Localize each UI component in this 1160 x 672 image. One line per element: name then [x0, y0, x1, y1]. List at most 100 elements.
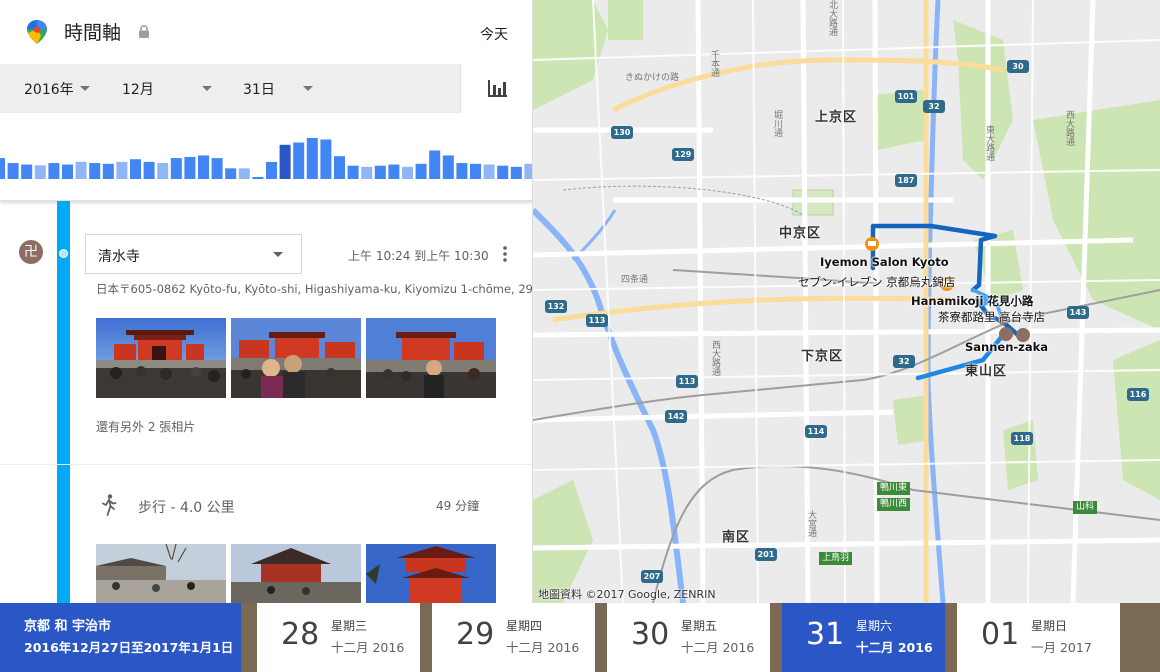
- month-select[interactable]: 12月: [122, 64, 212, 113]
- trip-title: 京都 和 宇治市: [24, 619, 112, 634]
- histogram-bar[interactable]: [470, 163, 481, 179]
- histogram-bar[interactable]: [483, 164, 495, 179]
- histogram-bar[interactable]: [279, 144, 291, 179]
- trip-day-bar: 京都 和 宇治市 2016年12月27日至2017年1月1日 28 星期三 十二…: [0, 603, 1160, 672]
- histogram-bar[interactable]: [48, 163, 60, 179]
- expressway-sign: 鴨川西: [877, 498, 911, 511]
- map-road-label: 堀川通: [772, 110, 782, 137]
- trip-date-range: 2016年12月27日至2017年1月1日: [24, 640, 234, 655]
- timeline-app: 時間軸 今天 2016年 12月 31日 卍 清水寺 上午 10:24 到上午 …: [0, 0, 1160, 672]
- date-picker: 2016年 12月 31日: [0, 64, 532, 113]
- histogram-bar[interactable]: [102, 163, 114, 179]
- header: 時間軸 今天: [0, 0, 532, 64]
- chevron-down-icon: [273, 252, 283, 257]
- route-shield: 113: [586, 314, 608, 327]
- histogram-bar[interactable]: [361, 166, 373, 179]
- map-ward-label: 上京区: [815, 110, 858, 125]
- place-name: 清水寺: [98, 249, 140, 265]
- histogram-bar[interactable]: [402, 166, 413, 179]
- day-select[interactable]: 31日: [243, 64, 313, 113]
- histogram-bar[interactable]: [34, 165, 46, 179]
- route-shield: 187: [895, 174, 917, 187]
- day-card[interactable]: 30 星期五 十二月 2016: [607, 603, 770, 672]
- histogram-bar[interactable]: [143, 161, 155, 179]
- histogram-bar[interactable]: [374, 165, 386, 179]
- histogram-bar[interactable]: [456, 163, 468, 179]
- histogram-bar[interactable]: [429, 150, 441, 180]
- map-poi-label[interactable]: 茶寮都路里 高台寺店: [938, 309, 1045, 325]
- today-button[interactable]: 今天: [480, 24, 508, 44]
- histogram-bar[interactable]: [157, 163, 169, 179]
- map-canvas: [533, 0, 1160, 603]
- histogram-bar[interactable]: [334, 156, 345, 179]
- histogram-bar[interactable]: [89, 163, 101, 179]
- route-shield: 207: [641, 570, 663, 583]
- histogram-bar[interactable]: [198, 155, 209, 179]
- histogram-bar[interactable]: [225, 168, 237, 179]
- movement-photo[interactable]: [366, 544, 496, 603]
- histogram-bar[interactable]: [170, 158, 182, 179]
- histogram-bar[interactable]: [524, 163, 533, 179]
- histogram-bar[interactable]: [130, 159, 141, 179]
- day-month: 十二月 2016: [681, 640, 755, 655]
- walking-icon: [102, 494, 117, 516]
- histogram-bar[interactable]: [347, 165, 359, 179]
- temple-icon: 卍: [19, 240, 43, 264]
- histogram-bar[interactable]: [62, 164, 73, 179]
- timeline-track: [57, 201, 70, 603]
- histogram-bar[interactable]: [0, 158, 5, 179]
- visit-photo[interactable]: [231, 318, 361, 398]
- google-maps-logo-icon[interactable]: [26, 20, 48, 44]
- map-poi-label[interactable]: Hanamikoji 花見小路: [911, 293, 1033, 309]
- bar-chart-button[interactable]: [460, 64, 532, 113]
- route-shield: 116: [1127, 388, 1149, 401]
- day-card[interactable]: 01 星期日 一月 2017: [957, 603, 1120, 672]
- histogram-bar[interactable]: [116, 161, 128, 179]
- histogram-bar[interactable]: [293, 142, 305, 179]
- histogram-bar[interactable]: [238, 168, 250, 179]
- visit-photo[interactable]: [96, 318, 226, 398]
- histogram-bar[interactable]: [184, 156, 196, 179]
- place-address: 日本〒605-0862 Kyōto-fu, Kyōto-shi, Higashi…: [96, 282, 533, 296]
- movement-photo[interactable]: [231, 544, 361, 603]
- expressway-sign: 鴨川東: [877, 482, 911, 495]
- histogram-bar[interactable]: [442, 155, 454, 179]
- histogram-bar[interactable]: [211, 158, 223, 179]
- histogram-bar[interactable]: [510, 166, 522, 179]
- day-card[interactable]: 29 星期四 十二月 2016: [432, 603, 595, 672]
- histogram-bar[interactable]: [21, 164, 33, 179]
- map-poi-label[interactable]: セブン-イレブン 京都烏丸錦店: [798, 274, 955, 290]
- map-road-label: 四条通: [621, 275, 649, 285]
- visit-photo[interactable]: [366, 318, 496, 398]
- more-vert-icon[interactable]: [500, 245, 510, 263]
- day-card-selected[interactable]: 31 星期六 十二月 2016: [782, 603, 945, 672]
- year-select[interactable]: 2016年: [24, 64, 94, 113]
- movement-duration: 49 分鐘: [436, 499, 480, 513]
- histogram-bar[interactable]: [388, 164, 400, 179]
- histogram-bar[interactable]: [306, 137, 318, 179]
- movement-photo[interactable]: [96, 544, 226, 603]
- histogram-bar[interactable]: [497, 165, 509, 179]
- histogram-bar[interactable]: [75, 161, 87, 179]
- day-of-week: 星期六: [856, 619, 893, 633]
- route-shield: 142: [665, 410, 687, 423]
- histogram-bar[interactable]: [320, 139, 332, 179]
- more-photos-link[interactable]: 還有另外 2 張相片: [96, 418, 195, 435]
- day-month: 十二月 2016: [331, 640, 405, 655]
- histogram-bar[interactable]: [266, 161, 277, 179]
- map-road-label: 大宮通: [806, 510, 816, 537]
- histogram-bar[interactable]: [252, 177, 264, 179]
- trip-summary[interactable]: 京都 和 宇治市 2016年12月27日至2017年1月1日: [0, 603, 241, 672]
- visit-time-range: 上午 10:24 到上午 10:30: [348, 249, 489, 263]
- map-poi-label[interactable]: Iyemon Salon Kyoto: [820, 255, 949, 269]
- day-card[interactable]: 28 星期三 十二月 2016: [257, 603, 420, 672]
- map-road-label: 千本通: [709, 50, 719, 77]
- place-select[interactable]: 清水寺: [85, 234, 302, 274]
- histogram-bar[interactable]: [7, 163, 19, 179]
- day-month: 十二月 2016: [506, 640, 580, 655]
- activity-histogram[interactable]: [0, 113, 533, 201]
- route-shield: 201: [755, 548, 777, 561]
- map-poi-label[interactable]: Sannen-zaka: [965, 340, 1048, 354]
- map-view[interactable]: 上京区 中京区 下京区 東山区 南区 Iyemon Salon Kyoto セブ…: [533, 0, 1160, 603]
- histogram-bar[interactable]: [415, 163, 427, 179]
